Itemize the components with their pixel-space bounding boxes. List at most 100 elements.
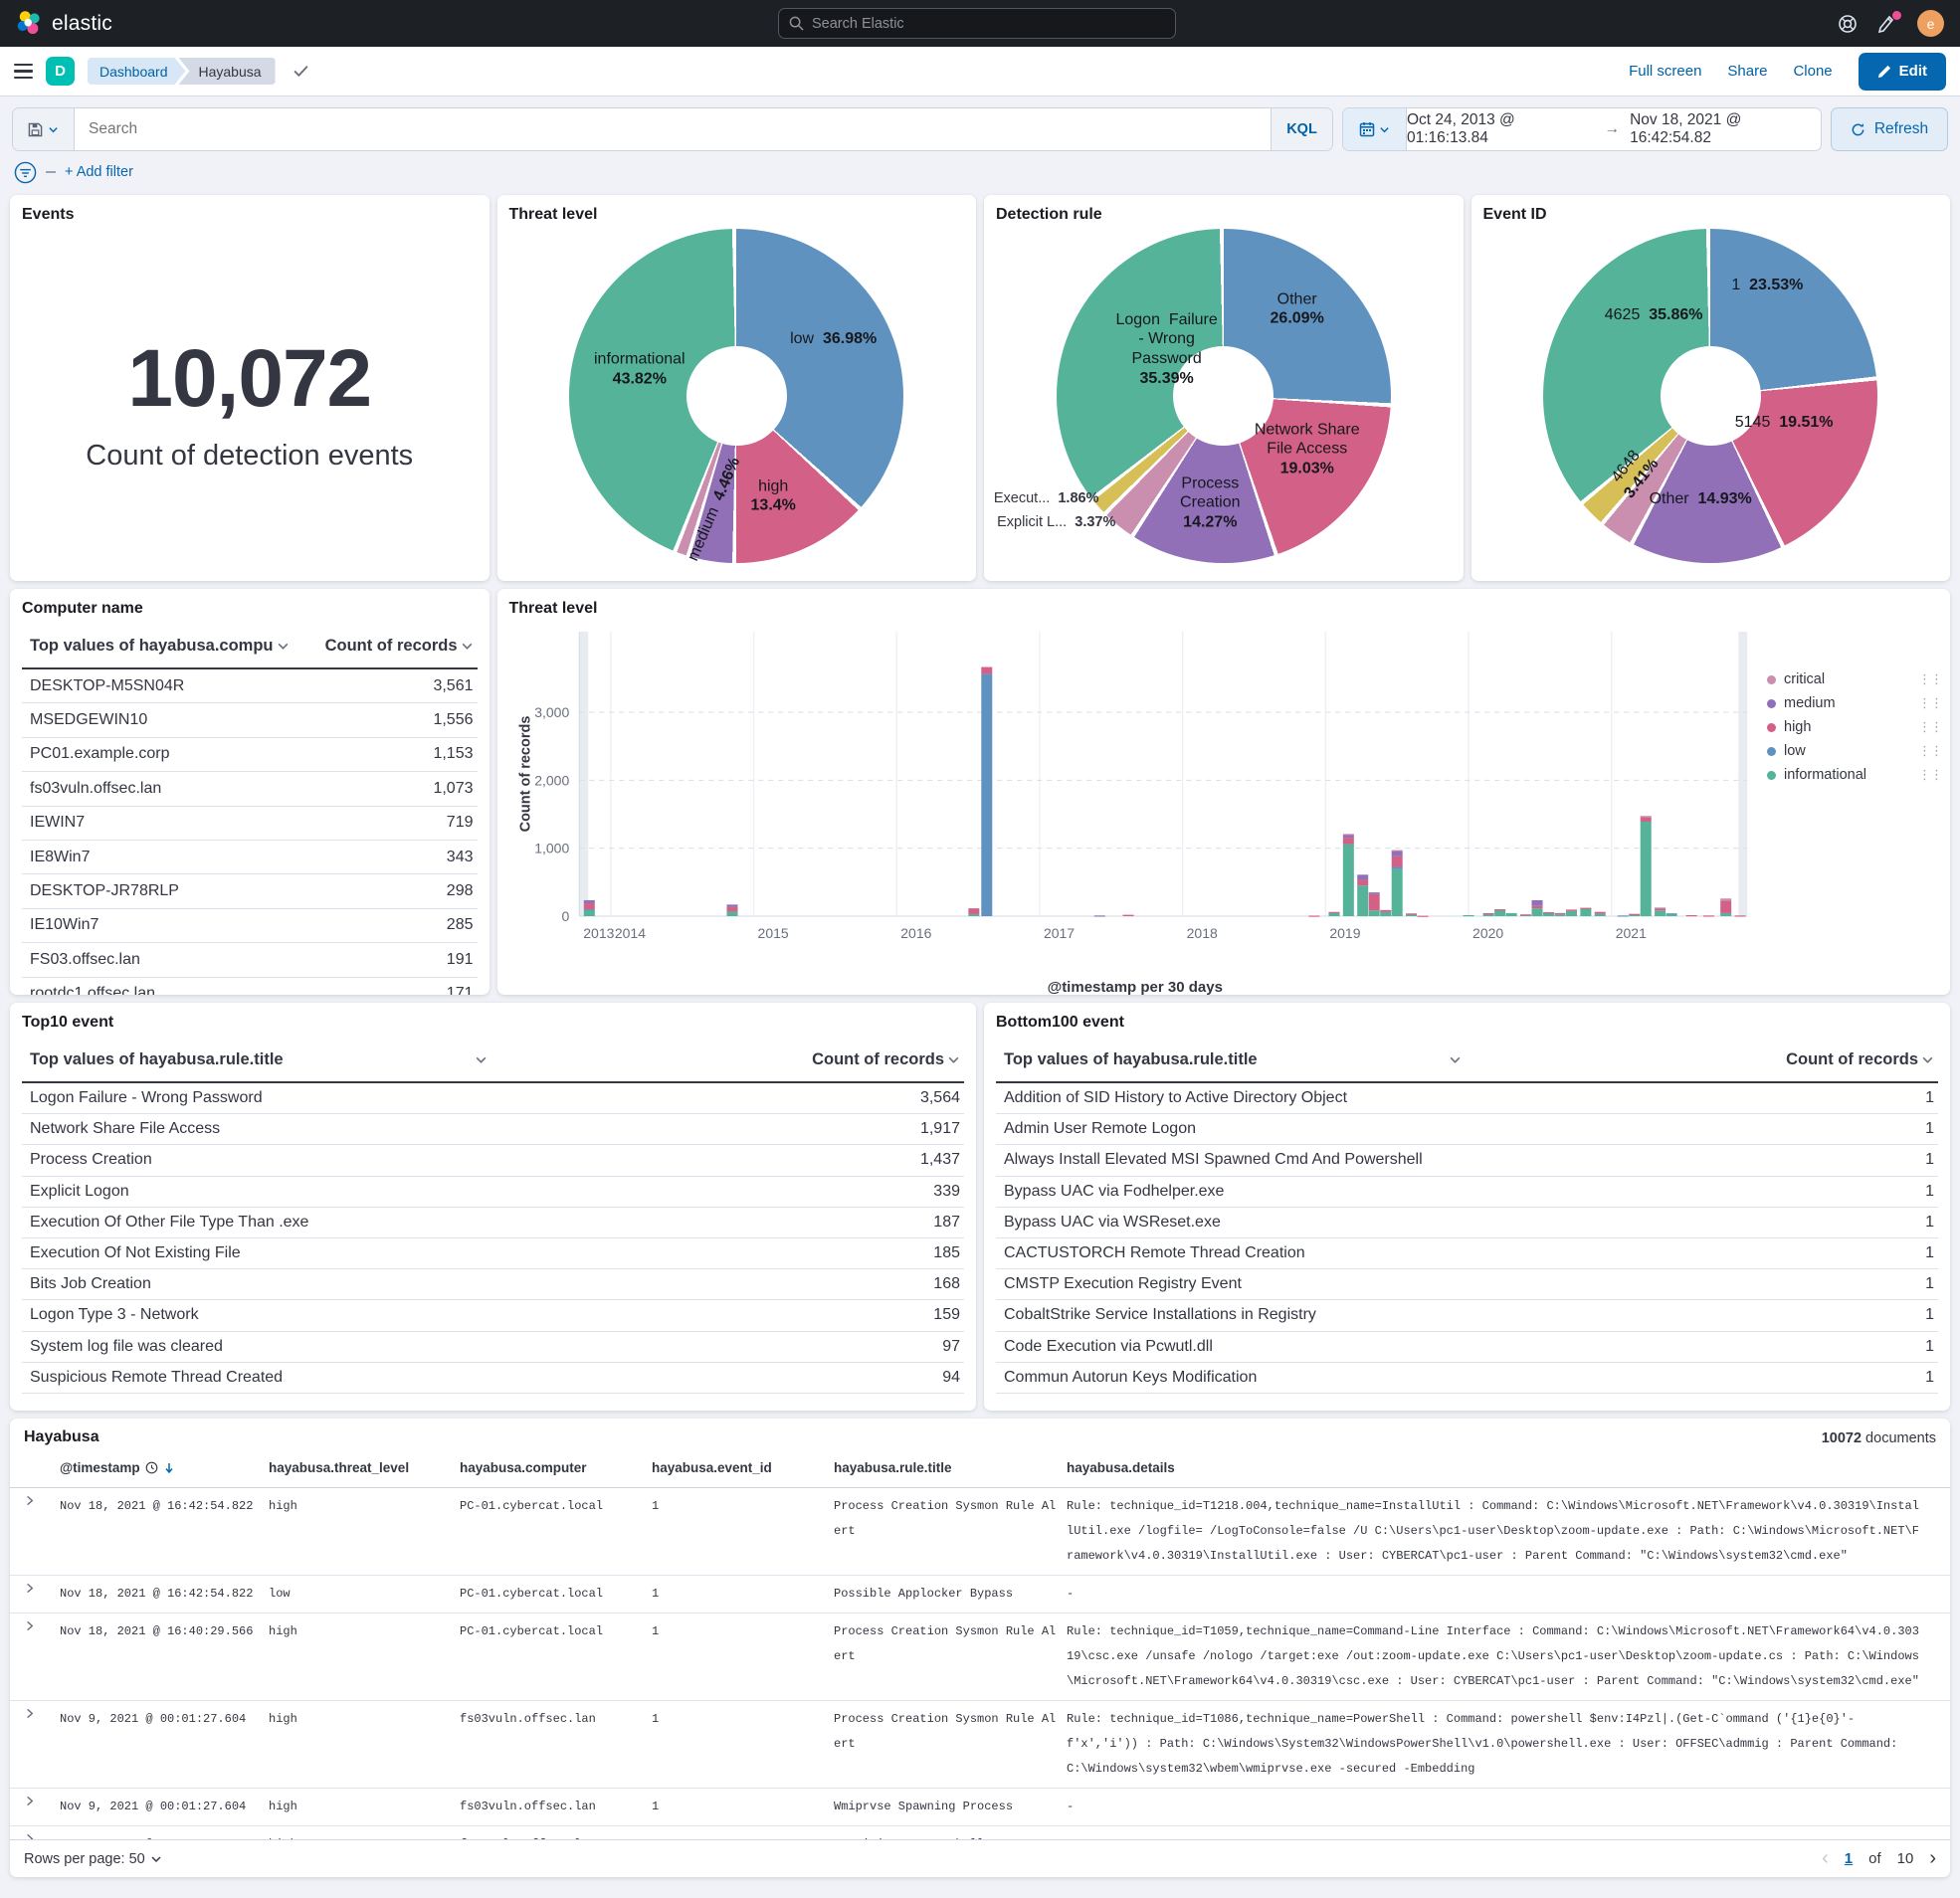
- saved-check-icon[interactable]: [293, 63, 309, 80]
- table-row[interactable]: Always Install Elevated MSI Spawned Cmd …: [996, 1145, 1938, 1176]
- table-row[interactable]: CACTUSTORCH Remote Thread Creation1: [996, 1238, 1938, 1269]
- row-label[interactable]: Execution Of Other File Type Than .exe: [22, 1214, 308, 1232]
- event-id-donut-chart[interactable]: 1 23.53%5145 19.51%Other 14.93%46483.41%…: [1543, 229, 1877, 563]
- legend-item-medium[interactable]: medium⋮⋮: [1767, 695, 1942, 711]
- row-label[interactable]: DESKTOP-JR78RLP: [22, 882, 179, 900]
- document-row[interactable]: Nov 18, 2021 @ 16:40:29.566highPC-01.cyb…: [10, 1613, 1950, 1701]
- table-row[interactable]: Execution Of Not Existing File185: [22, 1238, 964, 1269]
- detection-rule-donut-chart[interactable]: Other26.09%Network ShareFile Access19.03…: [1057, 229, 1391, 563]
- row-label[interactable]: Always Install Elevated MSI Spawned Cmd …: [996, 1151, 1423, 1169]
- row-label[interactable]: DESKTOP-M5SN04R: [22, 677, 184, 695]
- column-header-rule-title[interactable]: hayabusa.rule.title: [834, 1460, 1067, 1475]
- row-label[interactable]: CMSTP Execution Registry Event: [996, 1275, 1242, 1293]
- filter-icon[interactable]: [14, 161, 37, 184]
- legend-item-high[interactable]: high⋮⋮: [1767, 719, 1942, 735]
- table-row[interactable]: DESKTOP-M5SN04R3,561: [22, 669, 478, 703]
- date-range-end[interactable]: Nov 18, 2021 @ 16:42:54.82: [1630, 111, 1821, 147]
- column-header-computer[interactable]: hayabusa.computer: [460, 1460, 652, 1475]
- user-avatar[interactable]: e: [1917, 10, 1944, 37]
- table-row[interactable]: FS03.offsec.lan191: [22, 943, 478, 977]
- row-label[interactable]: fs03vuln.offsec.lan: [22, 780, 161, 798]
- table-row[interactable]: Explicit Logon339: [22, 1177, 964, 1208]
- column-header-count[interactable]: Count of records: [812, 1050, 964, 1069]
- table-row[interactable]: Admin User Remote Logon1: [996, 1114, 1938, 1145]
- column-header-timestamp[interactable]: @timestamp: [60, 1460, 269, 1475]
- dashboard-app-icon[interactable]: D: [46, 57, 75, 86]
- previous-page-button[interactable]: ‹: [1822, 1847, 1829, 1870]
- row-label[interactable]: Logon Type 3 - Network: [22, 1306, 199, 1324]
- table-row[interactable]: DESKTOP-JR78RLP298: [22, 874, 478, 908]
- date-range-start[interactable]: Oct 24, 2013 @ 01:16:13.84: [1407, 111, 1595, 147]
- column-header-count[interactable]: Count of records: [1786, 1050, 1938, 1069]
- row-label[interactable]: IEWIN7: [22, 814, 85, 832]
- row-label[interactable]: Process Creation: [22, 1151, 152, 1169]
- legend-actions-icon[interactable]: ⋮⋮: [1918, 719, 1942, 735]
- row-label[interactable]: rootdc1.offsec.lan: [22, 985, 155, 995]
- row-label[interactable]: Logon Failure - Wrong Password: [22, 1089, 263, 1107]
- document-row[interactable]: Nov 18, 2021 @ 16:42:54.822highPC-01.cyb…: [10, 1488, 1950, 1576]
- row-label[interactable]: Commun Autorun Keys Modification: [996, 1369, 1257, 1387]
- row-label[interactable]: Network Share File Access: [22, 1120, 220, 1138]
- row-label[interactable]: System log file was cleared: [22, 1338, 223, 1356]
- full-screen-link[interactable]: Full screen: [1629, 63, 1701, 80]
- legend-actions-icon[interactable]: ⋮⋮: [1918, 695, 1942, 711]
- table-row[interactable]: Process Creation1,437: [22, 1145, 964, 1176]
- clone-link[interactable]: Clone: [1793, 63, 1832, 80]
- table-row[interactable]: Network Share File Access1,917: [22, 1114, 964, 1145]
- table-row[interactable]: Addition of SID History to Active Direct…: [996, 1083, 1938, 1114]
- table-row[interactable]: Bypass UAC via WSReset.exe1: [996, 1208, 1938, 1238]
- legend-item-low[interactable]: low⋮⋮: [1767, 743, 1942, 759]
- table-row[interactable]: Code Execution via Pcwutl.dll1: [996, 1332, 1938, 1363]
- column-header-details[interactable]: hayabusa.details: [1067, 1460, 1936, 1475]
- current-page[interactable]: 1: [1845, 1850, 1853, 1867]
- table-row[interactable]: Bits Job Creation168: [22, 1269, 964, 1300]
- row-label[interactable]: CACTUSTORCH Remote Thread Creation: [996, 1244, 1305, 1262]
- table-row[interactable]: Suspicious Remote Thread Created94: [22, 1363, 964, 1394]
- row-label[interactable]: Addition of SID History to Active Direct…: [996, 1089, 1347, 1107]
- table-row[interactable]: IE8Win7343: [22, 841, 478, 874]
- row-label[interactable]: Admin User Remote Logon: [996, 1120, 1196, 1138]
- table-row[interactable]: fs03vuln.offsec.lan1,073: [22, 772, 478, 806]
- breadcrumb-current[interactable]: Hayabusa: [179, 58, 276, 85]
- saved-query-button[interactable]: [13, 108, 75, 150]
- threat-level-donut-chart[interactable]: low 36.98%high13.4%medium 4.46%informati…: [569, 229, 903, 563]
- expand-row-button[interactable]: [24, 1613, 60, 1700]
- table-row[interactable]: Logon Type 3 - Network159: [22, 1300, 964, 1331]
- stacked-bar-chart[interactable]: 01,0002,0003,000201320142015201620172018…: [503, 620, 1768, 970]
- column-header-rule-title[interactable]: Top values of hayabusa.rule.title: [996, 1050, 1468, 1069]
- table-row[interactable]: Bypass UAC via Fodhelper.exe1: [996, 1177, 1938, 1208]
- document-row[interactable]: Nov 18, 2021 @ 16:42:54.822lowPC-01.cybe…: [10, 1576, 1950, 1613]
- search-input[interactable]: [75, 108, 1271, 150]
- kql-language-button[interactable]: KQL: [1271, 108, 1332, 150]
- document-row[interactable]: Nov 9, 2021 @ 00:01:27.604highfs03vuln.o…: [10, 1701, 1950, 1789]
- table-row[interactable]: Execution Of Other File Type Than .exe18…: [22, 1208, 964, 1238]
- global-search-input[interactable]: Search Elastic: [778, 8, 1176, 39]
- table-row[interactable]: IEWIN7719: [22, 807, 478, 841]
- expand-row-button[interactable]: [24, 1789, 60, 1825]
- table-row[interactable]: Commun Autorun Keys Modification1: [996, 1363, 1938, 1394]
- breadcrumb-dashboard[interactable]: Dashboard: [88, 58, 186, 85]
- date-picker-button[interactable]: [1343, 108, 1407, 150]
- expand-row-button[interactable]: [24, 1701, 60, 1788]
- row-label[interactable]: IE8Win7: [22, 849, 90, 866]
- table-row[interactable]: IE10Win7285: [22, 909, 478, 943]
- row-label[interactable]: IE10Win7: [22, 916, 98, 934]
- table-row[interactable]: Logon Failure - Wrong Password3,564: [22, 1083, 964, 1114]
- row-label[interactable]: Execution Of Not Existing File: [22, 1244, 241, 1262]
- table-row[interactable]: CMSTP Execution Registry Event1: [996, 1269, 1938, 1300]
- row-label[interactable]: Bypass UAC via Fodhelper.exe: [996, 1183, 1224, 1201]
- rows-per-page-button[interactable]: Rows per page: 50: [24, 1851, 162, 1867]
- table-row[interactable]: MSEDGEWIN101,556: [22, 703, 478, 737]
- row-label[interactable]: CobaltStrike Service Installations in Re…: [996, 1306, 1316, 1324]
- row-label[interactable]: MSEDGEWIN10: [22, 711, 147, 729]
- legend-item-critical[interactable]: critical⋮⋮: [1767, 671, 1942, 687]
- document-row[interactable]: Nov 9, 2021 @ 00:01:27.604highfs03vuln.o…: [10, 1789, 1950, 1826]
- share-link[interactable]: Share: [1727, 63, 1767, 80]
- row-label[interactable]: PC01.example.corp: [22, 745, 170, 763]
- column-header-event-id[interactable]: hayabusa.event_id: [652, 1460, 834, 1475]
- legend-actions-icon[interactable]: ⋮⋮: [1918, 743, 1942, 759]
- elastic-logo[interactable]: elastic: [16, 10, 112, 37]
- refresh-button[interactable]: Refresh: [1831, 107, 1948, 151]
- table-row[interactable]: rootdc1.offsec.lan171: [22, 978, 478, 995]
- table-row[interactable]: PC01.example.corp1,153: [22, 738, 478, 772]
